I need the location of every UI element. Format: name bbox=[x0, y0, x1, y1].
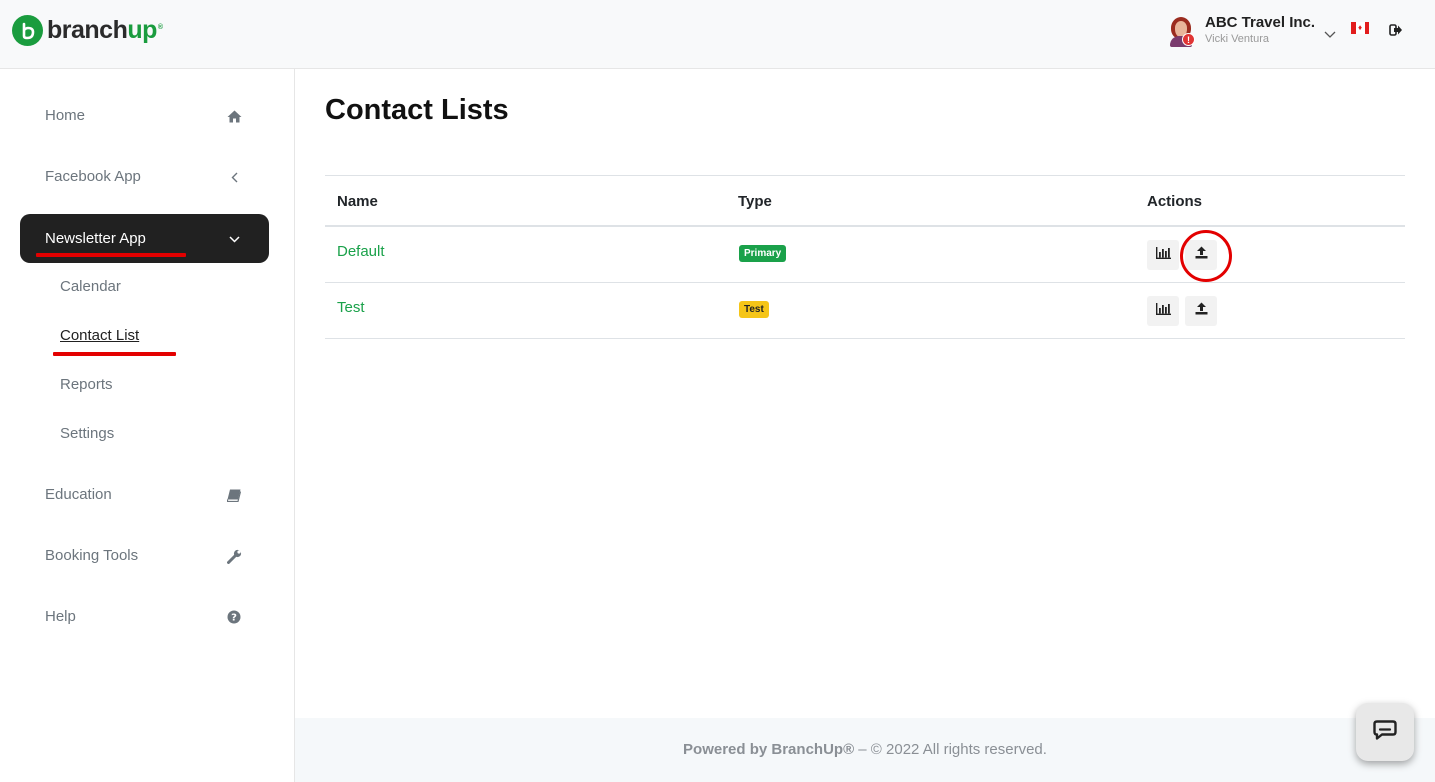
chat-icon bbox=[1373, 719, 1397, 745]
sidebar-subitem-calendar[interactable]: Calendar bbox=[60, 278, 121, 295]
sidebar: Home Facebook App Newsletter App Calenda… bbox=[0, 69, 295, 782]
sidebar-item-label: Booking Tools bbox=[45, 547, 139, 564]
column-header-name: Name bbox=[337, 193, 378, 210]
sidebar-item-label: Education bbox=[45, 486, 112, 503]
sidebar-item-facebook-app[interactable]: Facebook App bbox=[20, 152, 269, 201]
contact-list-name-link[interactable]: Test bbox=[337, 299, 365, 316]
sidebar-item-label: Help bbox=[45, 608, 76, 625]
alert-badge: ! bbox=[1182, 33, 1195, 46]
svg-text:?: ? bbox=[231, 613, 237, 624]
wrench-icon bbox=[226, 548, 242, 564]
chevron-down-icon bbox=[226, 231, 242, 247]
footer-brand: Powered by BranchUp® bbox=[683, 741, 855, 758]
sidebar-subitem-contact-list[interactable]: Contact List bbox=[60, 327, 139, 344]
sidebar-item-label: Home bbox=[45, 107, 86, 124]
bar-chart-icon bbox=[1155, 246, 1171, 264]
canada-flag-icon[interactable]: ♦ bbox=[1351, 22, 1369, 34]
sidebar-item-label: Facebook App bbox=[45, 168, 141, 185]
account-switcher[interactable]: ! ABC Travel Inc. Vicki Ventura bbox=[1168, 14, 1315, 48]
table-header: Name Type Actions bbox=[325, 175, 1405, 227]
upload-button[interactable] bbox=[1185, 296, 1217, 326]
chat-widget-button[interactable] bbox=[1356, 703, 1414, 761]
stats-button[interactable] bbox=[1147, 296, 1179, 326]
sidebar-item-help[interactable]: Help ? bbox=[20, 592, 269, 641]
sidebar-item-booking-tools[interactable]: Booking Tools bbox=[20, 531, 269, 580]
sidebar-subitem-reports[interactable]: Reports bbox=[60, 376, 113, 393]
contact-lists-table: Name Type Actions Default Primary Test T… bbox=[325, 175, 1405, 339]
bar-chart-icon bbox=[1155, 302, 1171, 320]
leaf-logo-icon bbox=[12, 15, 43, 46]
top-bar: branchup® ! ABC Travel Inc. Vicki Ventur… bbox=[0, 0, 1435, 69]
column-header-type: Type bbox=[738, 193, 772, 210]
chevron-left-icon bbox=[226, 169, 242, 185]
chevron-down-icon[interactable] bbox=[1324, 26, 1336, 44]
annotation-underline bbox=[53, 352, 176, 356]
company-name: ABC Travel Inc. bbox=[1205, 14, 1316, 31]
upload-icon bbox=[1195, 302, 1208, 320]
book-icon bbox=[226, 487, 242, 503]
user-name: Vicki Ventura bbox=[1205, 33, 1270, 45]
table-row: Test Test bbox=[325, 283, 1405, 339]
type-badge-primary: Primary bbox=[739, 245, 787, 262]
user-avatar: ! bbox=[1168, 14, 1196, 48]
sidebar-item-label: Newsletter App bbox=[45, 230, 146, 247]
question-circle-icon: ? bbox=[226, 609, 242, 625]
column-header-actions: Actions bbox=[1147, 193, 1203, 210]
branchup-logo[interactable]: branchup® bbox=[12, 15, 163, 46]
footer: Powered by BranchUp® – © 2022 All rights… bbox=[295, 718, 1435, 782]
annotation-underline bbox=[36, 253, 186, 257]
contact-list-name-link[interactable]: Default bbox=[337, 243, 385, 260]
annotation-circle bbox=[1180, 230, 1232, 282]
sidebar-item-education[interactable]: Education bbox=[20, 470, 269, 519]
sidebar-item-home[interactable]: Home bbox=[20, 91, 269, 140]
brand-name: branchup® bbox=[47, 16, 163, 44]
table-row: Default Primary bbox=[325, 227, 1405, 283]
sidebar-subitem-settings[interactable]: Settings bbox=[60, 425, 114, 442]
stats-button[interactable] bbox=[1147, 240, 1179, 270]
logout-icon[interactable] bbox=[1389, 23, 1403, 42]
footer-copyright: – © 2022 All rights reserved. bbox=[854, 741, 1047, 758]
page-title: Contact Lists bbox=[325, 94, 509, 126]
type-badge-test: Test bbox=[739, 301, 769, 318]
home-icon bbox=[226, 108, 242, 124]
